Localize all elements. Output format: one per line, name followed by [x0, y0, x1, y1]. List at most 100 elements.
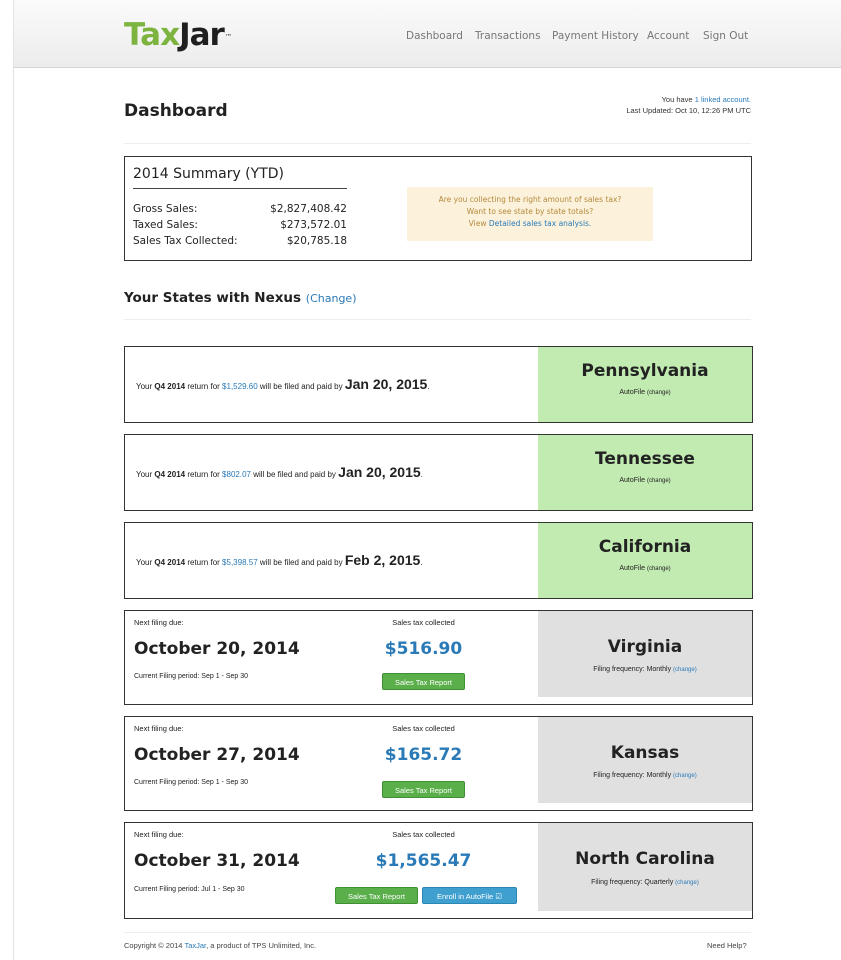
state-name: Kansas [610, 743, 680, 763]
state-card-kansas: Next filing due: October 27, 2014 Curren… [124, 716, 753, 811]
next-filing-label: Next filing due: [134, 618, 184, 627]
state-card-tennessee: Your Q4 2014 return for $802.07 will be … [124, 434, 753, 511]
divider [124, 319, 751, 320]
autofile-status: AutoFile (change) [538, 477, 752, 484]
sales-tax-collected-label: Sales tax collected [392, 724, 455, 733]
detailed-analysis-link[interactable]: Detailed sales tax analysis. [489, 219, 591, 228]
next-filing-date: October 27, 2014 [134, 745, 300, 765]
nav-sign-out[interactable]: Sign Out [703, 30, 748, 42]
return-mid: return for [187, 558, 220, 567]
return-summary: Your Q4 2014 return for $802.07 will be … [136, 464, 423, 480]
filing-period: Current Filing period: Sep 1 - Sep 30 [134, 779, 249, 786]
state-name: Pennsylvania [581, 361, 709, 381]
nav-transactions[interactable]: Transactions [475, 30, 541, 42]
nexus-title: Your States with Nexus [124, 290, 302, 306]
nav-dashboard[interactable]: Dashboard [406, 30, 463, 42]
return-amount-link[interactable]: $802.07 [222, 470, 251, 479]
autofile-change-link[interactable]: (change) [647, 390, 671, 396]
logo-tax: Tax [124, 17, 180, 53]
last-updated: Last Updated: Oct 10, 12:26 PM UTC [626, 106, 751, 115]
autofile-change-link[interactable]: (change) [647, 566, 671, 572]
linked-account-link[interactable]: 1 linked account. [695, 95, 751, 104]
need-help-link[interactable]: Need Help? [707, 941, 747, 950]
sales-tax-collected-label: Sales tax collected [392, 830, 455, 839]
return-prefix: Your [136, 382, 153, 391]
summary-value: $2,827,408.42 [270, 203, 347, 215]
return-prefix: Your [136, 470, 153, 479]
return-quarter: Q4 2014 [154, 470, 186, 479]
summary-label: Sales Tax Collected: [133, 235, 238, 247]
top-navbar: TaxJar™ Dashboard Transactions Payment H… [14, 0, 841, 68]
return-mid: return for [187, 382, 220, 391]
page-frame: TaxJar™ Dashboard Transactions Payment H… [13, 0, 841, 960]
frequency-label: Filing frequency: Quarterly [591, 879, 674, 886]
nav-account[interactable]: Account [647, 30, 689, 42]
state-panel: California AutoFile (change) [538, 523, 752, 598]
summary-row-gross-sales: Gross Sales: $2,827,408.42 [133, 203, 347, 215]
next-filing-date: October 31, 2014 [134, 851, 300, 871]
nav-payment-history[interactable]: Payment History [552, 30, 639, 42]
sales-tax-collected-amount: $1,565.47 [375, 851, 472, 871]
copyright-suffix: , a product of TPS Unlimited, Inc. [206, 941, 317, 950]
sales-tax-report-button[interactable]: Sales Tax Report [382, 781, 465, 798]
filing-frequency: Filing frequency: Monthly (change) [538, 772, 752, 779]
state-card-virginia: Next filing due: October 20, 2014 Curren… [124, 610, 753, 705]
summary-label: Taxed Sales: [133, 219, 198, 231]
return-due-date: Feb 2, 2015 [344, 552, 421, 568]
summary-box: 2014 Summary (YTD) Gross Sales: $2,827,40… [124, 156, 752, 261]
summary-label: Gross Sales: [133, 203, 198, 215]
return-end: . [420, 470, 423, 479]
account-info: You have 1 linked account. Last Updated:… [626, 94, 751, 116]
state-panel: Kansas Filing frequency: Monthly (change… [538, 717, 752, 803]
autofile-label: AutoFile [619, 389, 646, 396]
return-summary: Your Q4 2014 return for $5,398.57 will b… [136, 552, 423, 568]
sales-tax-collected-amount: $516.90 [384, 639, 463, 659]
state-name: North Carolina [575, 849, 715, 869]
enroll-autofile-button[interactable]: Enroll in AutoFile ☑ [422, 887, 517, 904]
frequency-label: Filing frequency: Monthly [593, 666, 672, 673]
autofile-status: AutoFile (change) [538, 389, 752, 396]
state-name: Virginia [607, 637, 683, 657]
filing-frequency: Filing frequency: Quarterly (change) [538, 879, 752, 886]
return-due-date: Jan 20, 2015 [338, 464, 421, 480]
return-end: . [420, 558, 423, 567]
return-amount-link[interactable]: $5,398.57 [222, 558, 258, 567]
sales-tax-report-button[interactable]: Sales Tax Report [382, 673, 465, 690]
autofile-status: AutoFile (change) [538, 565, 752, 572]
summary-underline [133, 188, 347, 189]
linked-account-line: You have 1 linked account. [626, 94, 751, 105]
summary-title: 2014 Summary (YTD) [133, 166, 284, 182]
taxjar-logo[interactable]: TaxJar™ [124, 18, 232, 52]
callout-line-2: Want to see state by state totals? [466, 207, 594, 216]
autofile-change-link[interactable]: (change) [647, 478, 671, 484]
analysis-callout: Are you collecting the right amount of s… [407, 187, 653, 241]
next-filing-label: Next filing due: [134, 830, 184, 839]
divider [124, 932, 751, 933]
summary-value: $20,785.18 [286, 235, 347, 247]
state-panel: North Carolina Filing frequency: Quarter… [538, 823, 752, 911]
nexus-heading: Your States with Nexus (Change) [124, 290, 357, 306]
sales-tax-collected-amount: $165.72 [384, 745, 463, 765]
autofile-label: AutoFile [619, 565, 646, 572]
state-name: Tennessee [595, 449, 695, 469]
return-summary: Your Q4 2014 return for $1,529.60 will b… [136, 376, 430, 392]
sales-tax-report-button[interactable]: Sales Tax Report [335, 887, 418, 904]
state-panel: Pennsylvania AutoFile (change) [538, 347, 752, 422]
taxjar-footer-link[interactable]: TaxJar [184, 941, 206, 950]
change-nexus-link[interactable]: (Change) [306, 292, 357, 305]
state-card-north-carolina: Next filing due: October 31, 2014 Curren… [124, 822, 753, 919]
return-quarter: Q4 2014 [154, 558, 186, 567]
frequency-change-link[interactable]: (change) [675, 880, 699, 886]
callout-line-1: Are you collecting the right amount of s… [438, 195, 622, 204]
return-suffix: will be filed and paid by [259, 382, 343, 391]
return-amount-link[interactable]: $1,529.60 [222, 382, 258, 391]
state-panel: Tennessee AutoFile (change) [538, 435, 752, 510]
summary-row-sales-tax-collected: Sales Tax Collected: $20,785.18 [133, 235, 347, 247]
state-name: California [598, 537, 692, 557]
frequency-label: Filing frequency: Monthly [593, 772, 672, 779]
logo-jar: Jar [179, 17, 225, 53]
frequency-change-link[interactable]: (change) [673, 667, 697, 673]
return-suffix: will be filed and paid by [259, 558, 343, 567]
frequency-change-link[interactable]: (change) [673, 773, 697, 779]
filing-frequency: Filing frequency: Monthly (change) [538, 666, 752, 673]
